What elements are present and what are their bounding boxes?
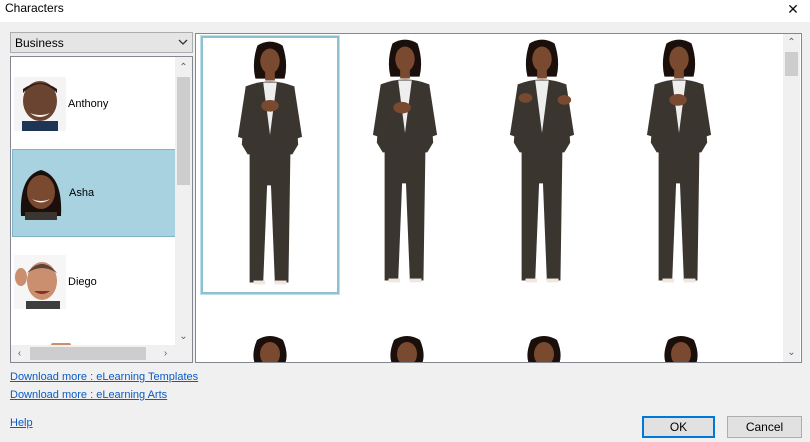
- pose-gallery[interactable]: ⌃ ⌄: [195, 33, 802, 363]
- character-list-hscrollbar[interactable]: ‹ ›: [11, 345, 175, 362]
- scroll-thumb[interactable]: [785, 52, 798, 76]
- character-figure: [509, 39, 575, 283]
- gallery-vscrollbar[interactable]: ⌃ ⌄: [783, 34, 800, 362]
- character-figure: [372, 39, 438, 283]
- character-figure: [646, 39, 712, 283]
- category-value: Business: [15, 36, 64, 50]
- character-figure: [253, 336, 287, 362]
- scrollbar-corner: [175, 345, 192, 362]
- character-figure: [390, 336, 424, 362]
- character-figure: [237, 41, 303, 285]
- character-name: Anthony: [68, 98, 109, 110]
- pose-thumbnail[interactable]: [475, 36, 613, 294]
- chevron-down-icon: [178, 39, 188, 45]
- scroll-right-icon[interactable]: ›: [157, 345, 174, 362]
- scroll-thumb[interactable]: [30, 347, 146, 360]
- character-list[interactable]: Anthony Asha Diego ⌃ ⌄ ‹ ›: [10, 56, 193, 363]
- cancel-button[interactable]: Cancel: [727, 416, 802, 438]
- list-item-asha[interactable]: Asha: [12, 149, 176, 237]
- list-item-diego[interactable]: Diego: [12, 239, 176, 327]
- scroll-up-icon[interactable]: ⌃: [175, 59, 192, 76]
- pose-thumbnail-partial[interactable]: [612, 334, 750, 362]
- pose-thumbnail-partial[interactable]: [475, 334, 613, 362]
- scroll-thumb[interactable]: [177, 77, 190, 185]
- help-link[interactable]: Help: [10, 417, 33, 429]
- character-figure: [664, 336, 698, 362]
- character-figure: [527, 336, 561, 362]
- scroll-up-icon[interactable]: ⌃: [783, 34, 800, 51]
- avatar: [14, 77, 66, 131]
- download-templates-link[interactable]: Download more : eLearning Templates: [10, 371, 198, 383]
- window-title: Characters: [5, 1, 64, 15]
- character-name: Asha: [69, 187, 95, 199]
- pose-thumbnail-partial[interactable]: [338, 334, 476, 362]
- close-icon[interactable]: ✕: [780, 0, 806, 20]
- list-item-anthony[interactable]: Anthony: [12, 61, 176, 149]
- download-arts-link[interactable]: Download more : eLearning Arts: [10, 389, 167, 401]
- pose-thumbnail[interactable]: [338, 36, 476, 294]
- pose-thumbnail-partial[interactable]: [201, 334, 339, 362]
- scroll-down-icon[interactable]: ⌄: [175, 328, 192, 345]
- character-list-vscrollbar[interactable]: ⌃ ⌄: [175, 57, 192, 345]
- ok-button[interactable]: OK: [642, 416, 715, 438]
- character-name: Diego: [68, 276, 97, 288]
- pose-thumbnail[interactable]: [200, 35, 340, 295]
- avatar: [14, 255, 66, 309]
- scroll-left-icon[interactable]: ‹: [11, 345, 28, 362]
- scroll-down-icon[interactable]: ⌄: [783, 344, 800, 361]
- title-bar: Characters ✕: [0, 0, 810, 22]
- category-dropdown[interactable]: Business: [10, 32, 193, 53]
- avatar: [15, 166, 67, 220]
- pose-thumbnail[interactable]: [612, 36, 750, 294]
